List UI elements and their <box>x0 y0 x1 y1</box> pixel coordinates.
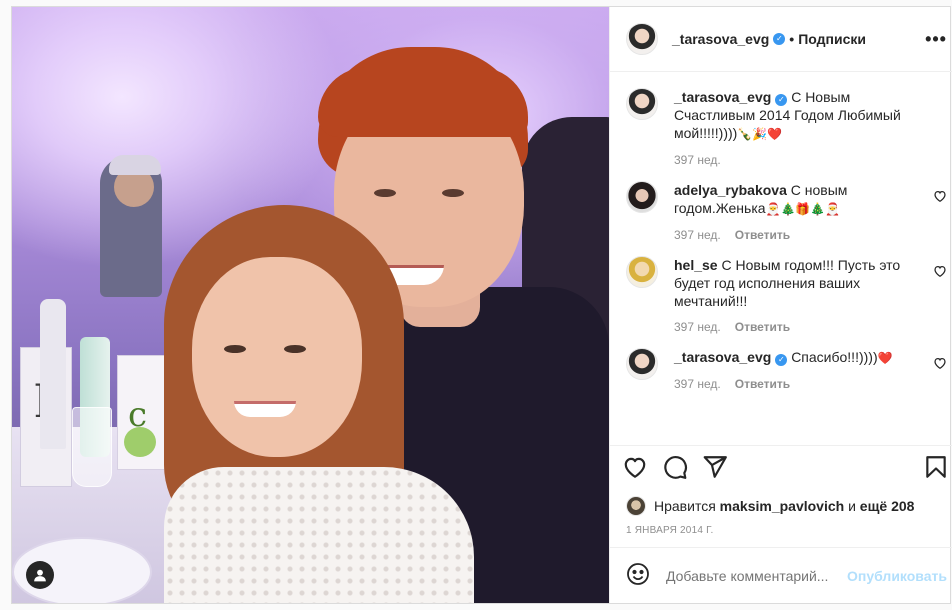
comment-emoji: 🍾🎉❤️ <box>737 127 783 141</box>
comment-text: Спасибо!!!)))) <box>791 349 878 365</box>
separator-dot: • <box>789 31 795 47</box>
bookmark-icon[interactable] <box>923 454 951 482</box>
reply-button[interactable]: Ответить <box>735 320 790 334</box>
following-button[interactable]: Подписки <box>798 31 866 47</box>
commenter-avatar[interactable] <box>626 181 658 213</box>
comment-time[interactable]: 397 нед. <box>674 228 721 242</box>
comment-input[interactable] <box>666 567 847 584</box>
commenter-avatar[interactable] <box>626 348 658 380</box>
comment-item: _tarasova_evg ✓ Спасибо!!!))))❤️ 397 нед. О… <box>626 348 947 391</box>
reply-button[interactable]: Ответить <box>735 228 790 242</box>
verified-icon: ✓ <box>775 94 788 106</box>
commenter-username[interactable]: _tarasova_evg <box>674 89 771 105</box>
comment-like-heart-icon[interactable] <box>933 264 947 278</box>
post-side-panel: _tarasova_evg ✓ • Подписки ••• _tarasova… <box>609 7 952 603</box>
author-avatar[interactable] <box>626 23 658 55</box>
post-caption: _tarasova_evg ✓ С Новым Счастливым 2014 Г… <box>626 88 947 167</box>
more-options-icon[interactable]: ••• <box>925 29 947 50</box>
comment-time[interactable]: 397 нед. <box>674 320 721 334</box>
publish-button[interactable]: Опубликовать <box>847 568 947 584</box>
comment-like-heart-icon[interactable] <box>933 189 947 203</box>
likes-count-link[interactable]: ещё 208 <box>860 498 915 514</box>
likes-conjunction: и <box>848 498 856 514</box>
add-comment-bar: Опубликовать <box>610 547 952 603</box>
heart-icon[interactable] <box>622 454 650 482</box>
action-bar <box>610 445 952 489</box>
post-header: _tarasova_evg ✓ • Подписки ••• <box>610 7 952 72</box>
comment-emoji: 🎅🎄🎁🎄🎅 <box>765 202 841 216</box>
reply-button[interactable]: Ответить <box>735 377 790 391</box>
comment-time[interactable]: 397 нед. <box>674 153 721 167</box>
likes-summary: Нравится maksim_pavlovich и ещё 208 <box>610 489 952 519</box>
verified-icon: ✓ <box>773 33 786 45</box>
verified-icon: ✓ <box>775 354 788 366</box>
likes-prefix: Нравится <box>654 498 716 514</box>
liker-username[interactable]: maksim_pavlovich <box>720 498 845 514</box>
post-photo[interactable]: h c <box>12 7 609 603</box>
commenter-avatar[interactable] <box>626 256 658 288</box>
comment-icon[interactable] <box>662 454 690 482</box>
post-date[interactable]: 1 ЯНВАРЯ 2014 Г. <box>610 519 952 547</box>
author-username[interactable]: _tarasova_evg <box>672 31 769 47</box>
comment-like-heart-icon[interactable] <box>933 356 947 370</box>
emoji-icon[interactable] <box>626 562 650 589</box>
post-dialog: h c _tarasova_evg ✓ • Подписки <box>11 6 952 604</box>
comments-list: _tarasova_evg ✓ С Новым Счастливым 2014 Г… <box>610 72 952 445</box>
commenter-avatar[interactable] <box>626 88 658 120</box>
comment-item: hel_se С Новым годом!!! Пусть это будет … <box>626 256 947 334</box>
comment-time[interactable]: 397 нед. <box>674 377 721 391</box>
share-icon[interactable] <box>702 454 730 482</box>
commenter-username[interactable]: adelya_rybakova <box>674 182 787 198</box>
user-icon[interactable] <box>26 561 54 589</box>
commenter-username[interactable]: _tarasova_evg <box>674 349 771 365</box>
comment-emoji: ❤️ <box>877 351 893 365</box>
comment-item: adelya_rybakova С новым годом.Женька🎅🎄🎁🎄… <box>626 181 947 242</box>
liker-avatar[interactable] <box>626 496 646 516</box>
commenter-username[interactable]: hel_se <box>674 257 718 273</box>
